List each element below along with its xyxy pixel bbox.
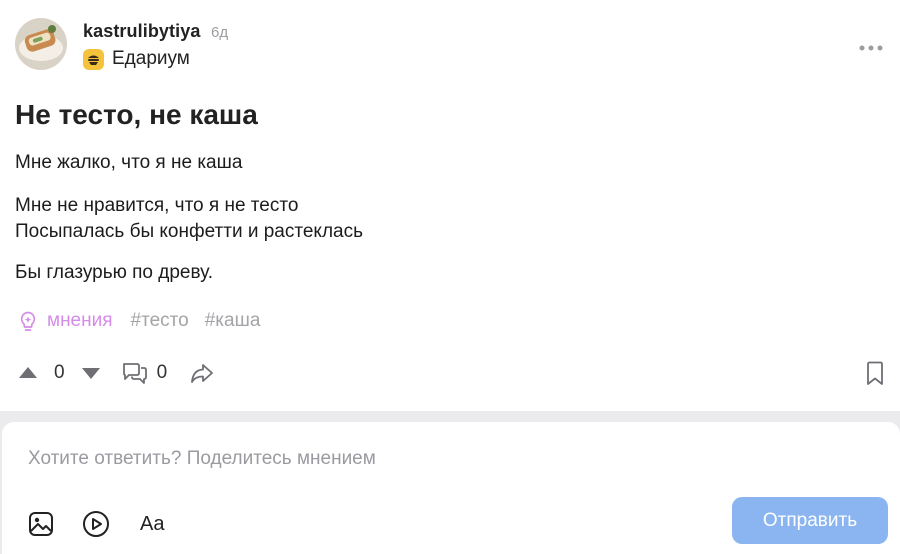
post-paragraph: Посыпалась бы конфетти и растеклась xyxy=(15,221,363,242)
text-format-button[interactable]: Aa xyxy=(140,510,164,538)
author-name[interactable]: kastrulibytiya xyxy=(83,21,200,42)
community-logo-icon[interactable] xyxy=(83,49,104,70)
post-actions: 0 0 xyxy=(18,360,215,386)
community-name[interactable]: Едариум xyxy=(112,48,190,70)
share-arrow-icon xyxy=(191,364,214,383)
post-paragraph: Мне жалко, что я не каша xyxy=(15,152,243,173)
reply-box: Хотите ответить? Поделитесь мнением Aa О… xyxy=(2,422,900,554)
play-icon xyxy=(83,511,109,537)
lightbulb-icon xyxy=(20,311,36,331)
attach-image-button[interactable] xyxy=(28,510,54,538)
more-options-button[interactable] xyxy=(859,38,883,51)
attach-video-button[interactable] xyxy=(82,510,110,538)
vote-count: 0 xyxy=(54,362,65,383)
post-paragraph: Бы глазурью по древу. xyxy=(15,262,214,283)
post-paragraph: Мне не нравится, что я не тесто xyxy=(15,195,299,216)
tag-link[interactable]: #каша xyxy=(205,310,261,332)
comments-button[interactable]: 0 xyxy=(121,360,168,386)
triangle-down-icon xyxy=(81,368,100,379)
comments-count: 0 xyxy=(156,362,168,383)
triangle-up-icon xyxy=(19,367,37,378)
bookmark-button[interactable] xyxy=(865,361,885,392)
tags-row: мнения #тесто #каша xyxy=(16,308,276,334)
post-title: Не тесто, не каша xyxy=(15,99,258,130)
tag-ideas-label: мнения xyxy=(47,310,113,331)
reply-toolbar: Aa xyxy=(28,510,164,538)
share-button[interactable] xyxy=(189,361,215,385)
image-icon xyxy=(29,512,53,536)
more-horizontal-icon xyxy=(859,45,883,51)
tag-link[interactable]: #тесто xyxy=(131,310,189,332)
upvote-button[interactable] xyxy=(18,366,38,380)
send-button[interactable]: Отправить xyxy=(732,497,888,544)
post-card: kastrulibytiya 6д Едариум Не тесто, не к… xyxy=(0,0,900,411)
avatar[interactable] xyxy=(15,18,67,70)
reply-input[interactable]: Хотите ответить? Поделитесь мнением xyxy=(28,448,376,470)
downvote-button[interactable] xyxy=(81,366,101,380)
tag-ideas[interactable]: мнения xyxy=(16,309,113,333)
comments-icon xyxy=(122,363,147,384)
post-time: 6д xyxy=(211,24,229,41)
bookmark-icon xyxy=(867,361,883,385)
